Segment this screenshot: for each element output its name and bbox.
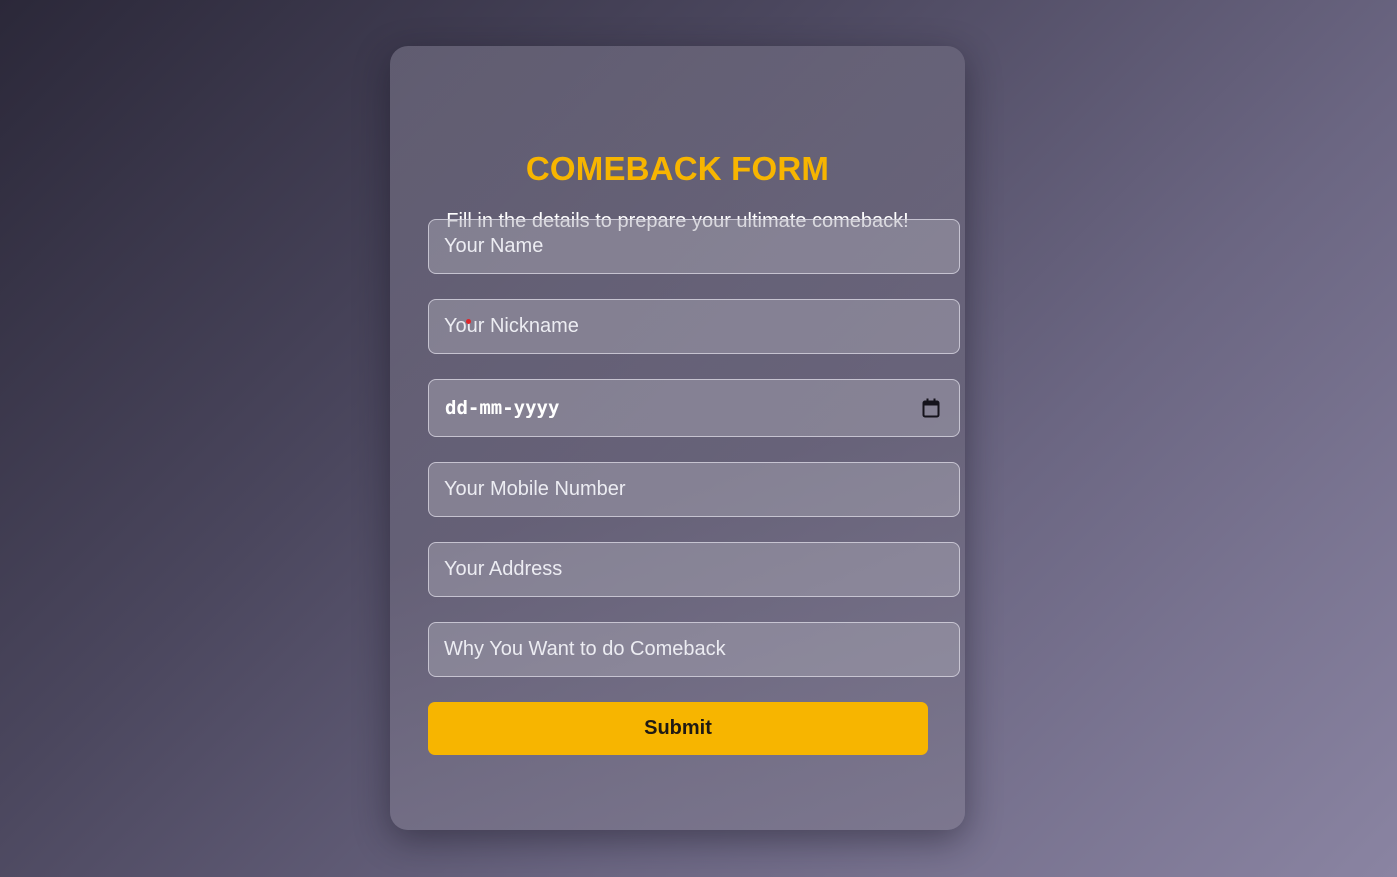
nickname-input[interactable] (428, 299, 960, 354)
date-placeholder: dd-mm-yyyy (445, 397, 560, 419)
mobile-number-input[interactable] (428, 462, 960, 517)
cursor-indicator (466, 319, 471, 324)
comeback-form-card: COMEBACK FORM Fill in the details to pre… (390, 46, 965, 830)
date-of-birth-input[interactable]: dd-mm-yyyy (428, 379, 960, 437)
calendar-icon[interactable] (922, 398, 940, 418)
address-input[interactable] (428, 542, 960, 597)
comeback-reason-input[interactable] (428, 622, 960, 677)
name-input[interactable] (428, 219, 960, 274)
submit-button[interactable]: Submit (428, 702, 928, 755)
form-title: COMEBACK FORM (525, 150, 830, 187)
